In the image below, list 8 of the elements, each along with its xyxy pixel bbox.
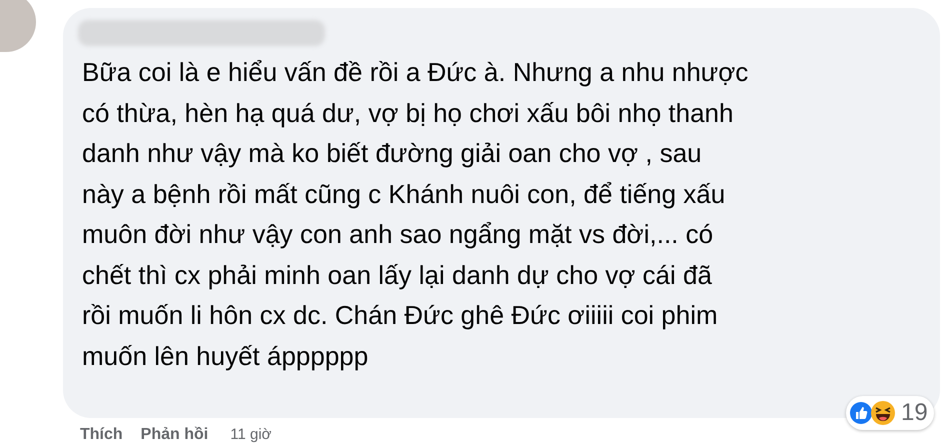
timestamp: 11 giờ xyxy=(230,424,272,445)
reaction-summary[interactable]: 19 xyxy=(846,396,934,430)
comment-text: Bữa coi là e hiểu vấn đề rồi a Đức à. Nhưng a nhu nhược có thừa, hèn hạ quá dư, vợ bị họ chơi xấu bôi nhọ thanh danh như vậy mà ko biết đường giải oan cho vợ , sau này a bệnh rồi mất cũng c Khánh nuôi con, để tiếng xấu muôn đời như vậy con anh sao ngẩng mặt vs đời,... có chết thì cx phải minh oan lấy lại danh dự cho vợ cái đã rồi muốn li hôn cx dc. Chán Đức ghê Đức ơiiiii coi phim muốn lên huyết ápppppp xyxy=(82,56,750,372)
reply-link[interactable]: Phản hồi xyxy=(140,423,208,446)
reaction-count: 19 xyxy=(901,398,928,428)
like-icon xyxy=(849,401,873,425)
laughing-face-icon xyxy=(870,400,896,426)
like-link[interactable]: Thích xyxy=(80,423,123,446)
